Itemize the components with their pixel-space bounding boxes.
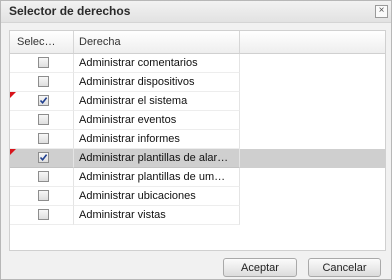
column-header-select[interactable]: Selec… xyxy=(10,31,74,53)
row-checkbox[interactable] xyxy=(38,171,49,182)
table-row[interactable]: Administrar dispositivos xyxy=(10,73,385,92)
modified-marker-icon xyxy=(10,92,16,98)
row-checkbox[interactable] xyxy=(38,57,49,68)
select-cell xyxy=(10,168,74,187)
table-row[interactable]: Administrar eventos xyxy=(10,111,385,130)
table-row[interactable]: Administrar el sistema xyxy=(10,92,385,111)
table-row[interactable]: Administrar informes xyxy=(10,130,385,149)
select-cell xyxy=(10,92,74,111)
select-cell xyxy=(10,149,74,168)
grid-header: Selec… Derecha xyxy=(10,31,385,54)
right-name-cell: Administrar comentarios xyxy=(74,54,240,73)
rights-grid: Selec… Derecha Administrar comentarios Ad… xyxy=(9,30,386,251)
select-cell xyxy=(10,73,74,92)
row-checkbox[interactable] xyxy=(38,76,49,87)
row-checkbox[interactable] xyxy=(38,133,49,144)
right-name-cell: Administrar el sistema xyxy=(74,92,240,111)
select-cell xyxy=(10,111,74,130)
checkmark-icon xyxy=(39,97,48,105)
rights-selector-dialog: Selector de derechos × Selec… Derecha Ad… xyxy=(0,0,392,280)
right-name-cell: Administrar eventos xyxy=(74,111,240,130)
select-cell xyxy=(10,54,74,73)
right-name-cell: Administrar ubicaciones xyxy=(74,187,240,206)
row-checkbox[interactable] xyxy=(38,114,49,125)
select-cell xyxy=(10,130,74,149)
row-checkbox[interactable] xyxy=(38,95,49,106)
close-icon[interactable]: × xyxy=(375,5,388,18)
row-checkbox[interactable] xyxy=(38,190,49,201)
grid-rows: Administrar comentarios Administrar dispo… xyxy=(10,54,385,225)
modified-marker-icon xyxy=(10,149,16,155)
column-header-right[interactable]: Derecha xyxy=(74,31,240,53)
right-name-cell: Administrar vistas xyxy=(74,206,240,225)
table-row[interactable]: Administrar plantillas de um… xyxy=(10,168,385,187)
dialog-titlebar: Selector de derechos × xyxy=(1,1,391,23)
table-row[interactable]: Administrar comentarios xyxy=(10,54,385,73)
accept-button[interactable]: Aceptar xyxy=(223,258,297,277)
dialog-title: Selector de derechos xyxy=(9,4,131,18)
row-checkbox[interactable] xyxy=(38,152,49,163)
table-row[interactable]: Administrar plantillas de alar… xyxy=(10,149,385,168)
right-name-cell: Administrar dispositivos xyxy=(74,73,240,92)
right-name-cell: Administrar informes xyxy=(74,130,240,149)
right-name-cell: Administrar plantillas de alar… xyxy=(74,149,240,168)
right-name-cell: Administrar plantillas de um… xyxy=(74,168,240,187)
table-row[interactable]: Administrar vistas xyxy=(10,206,385,225)
cancel-button[interactable]: Cancelar xyxy=(308,258,381,277)
row-checkbox[interactable] xyxy=(38,209,49,220)
table-row[interactable]: Administrar ubicaciones xyxy=(10,187,385,206)
select-cell xyxy=(10,187,74,206)
select-cell xyxy=(10,206,74,225)
checkmark-icon xyxy=(39,154,48,162)
